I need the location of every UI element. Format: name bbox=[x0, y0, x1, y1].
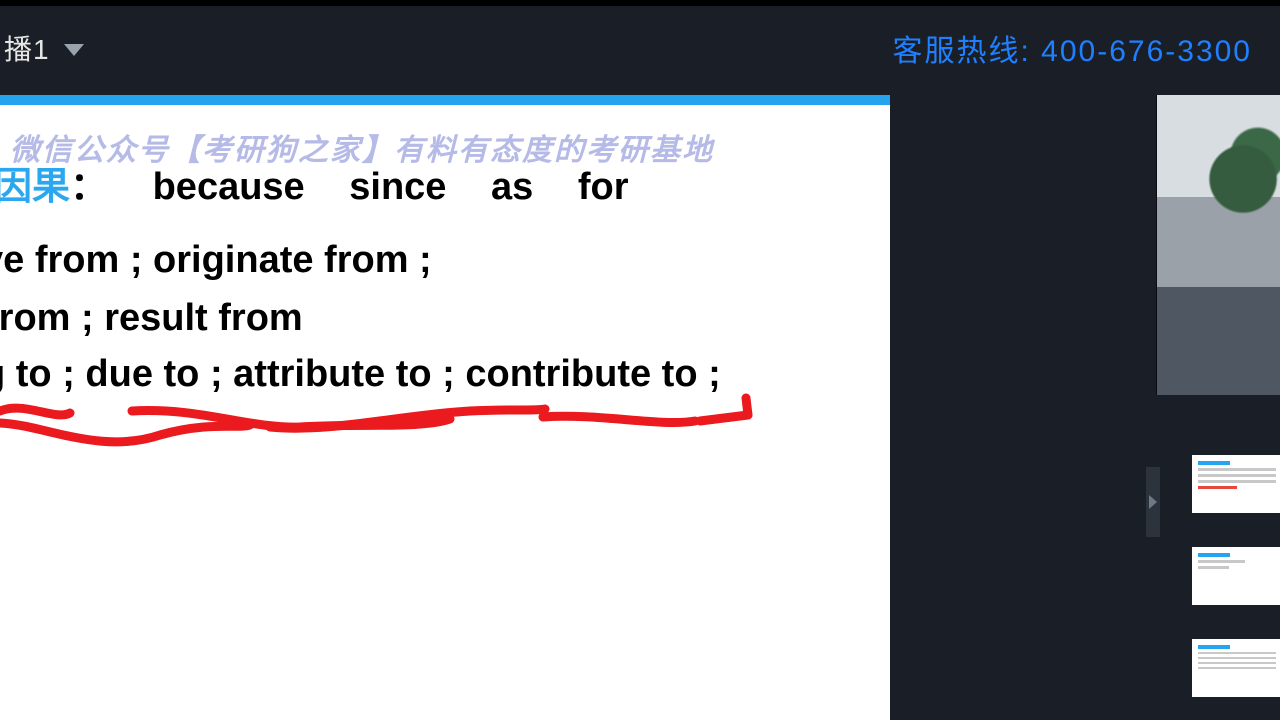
channel-label: 播1 bbox=[4, 28, 50, 68]
content-row: 微信公众号【考研狗之家】有料有态度的考研基地 因果： because since… bbox=[0, 95, 1280, 720]
heading-word-4: for bbox=[578, 166, 629, 209]
panel-toggle[interactable] bbox=[1146, 467, 1160, 537]
top-bar: 播1 客服热线: 400-676-3300 bbox=[0, 0, 1280, 95]
slide-line-4: g to ; due to ; attribute to ; contribut… bbox=[0, 353, 721, 396]
heading-colon: ： bbox=[70, 166, 108, 208]
chevron-down-icon bbox=[64, 44, 84, 56]
right-column bbox=[890, 95, 1280, 720]
slide-panel: 微信公众号【考研狗之家】有料有态度的考研基地 因果： because since… bbox=[0, 95, 890, 720]
thumbnail-area bbox=[890, 395, 1280, 720]
slide-line-3: from ; result from bbox=[0, 297, 303, 340]
camera-feed[interactable] bbox=[1156, 95, 1280, 395]
slide-heading: 因果： because since as for bbox=[0, 155, 628, 210]
slide-thumbnails bbox=[1192, 455, 1280, 697]
channel-selector[interactable]: 播1 bbox=[4, 28, 84, 68]
slide-thumbnail[interactable] bbox=[1192, 547, 1280, 605]
heading-accent: 因果 bbox=[0, 166, 70, 208]
slide-title-bar bbox=[0, 95, 890, 105]
heading-word-3: as bbox=[491, 166, 533, 209]
slide-thumbnail[interactable] bbox=[1192, 639, 1280, 697]
slide-thumbnail[interactable] bbox=[1192, 455, 1280, 513]
heading-word-1: because bbox=[153, 166, 305, 209]
slide-line-2: ve from ; originate from ; bbox=[0, 239, 432, 282]
red-underline-annotation bbox=[0, 393, 760, 463]
slide-body[interactable]: 微信公众号【考研狗之家】有料有态度的考研基地 因果： because since… bbox=[0, 105, 890, 720]
heading-word-2: since bbox=[349, 166, 446, 209]
chevron-right-icon bbox=[1149, 495, 1157, 509]
hotline-text: 客服热线: 400-676-3300 bbox=[893, 26, 1253, 70]
